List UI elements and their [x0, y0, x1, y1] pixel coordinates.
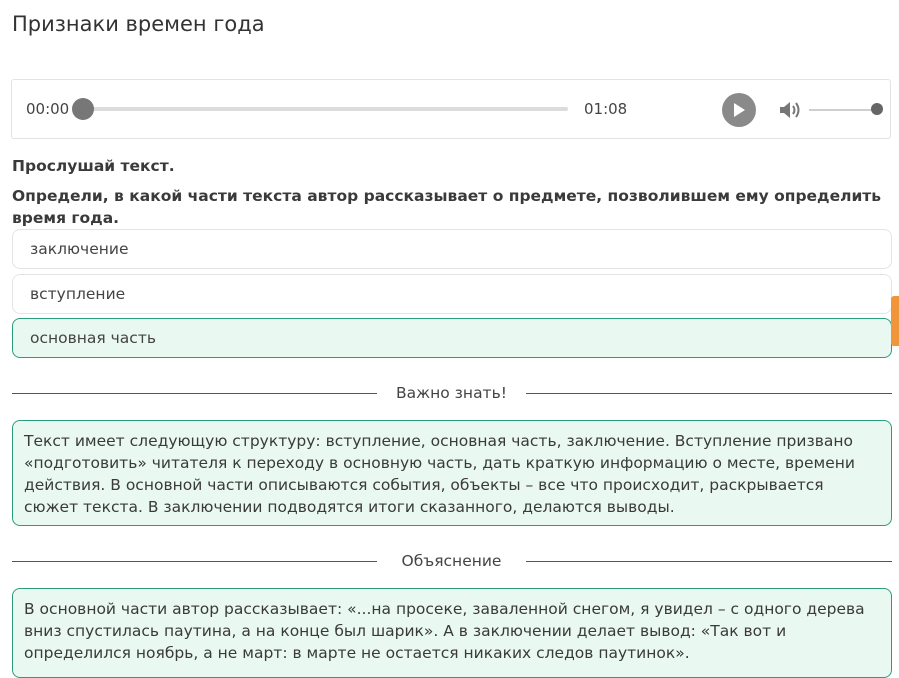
- progress-handle[interactable]: [72, 98, 94, 120]
- current-time: 00:00: [26, 100, 70, 118]
- divider-line: [12, 561, 377, 562]
- explanation-box: В основной части автор рассказывает: «..…: [12, 588, 892, 678]
- answer-option-main-part[interactable]: основная часть: [12, 318, 892, 358]
- page-title: Признаки времен года: [12, 12, 265, 36]
- duration-time: 01:08: [584, 100, 628, 118]
- volume-handle[interactable]: [871, 103, 883, 115]
- important-info-box: Текст имеет следующую структуру: вступле…: [12, 420, 892, 526]
- divider-line: [526, 393, 892, 394]
- answer-option-introduction[interactable]: вступление: [12, 274, 892, 314]
- question-text: Определи, в какой части текста автор рас…: [12, 187, 882, 227]
- important-divider: Важно знать!: [12, 383, 892, 403]
- listen-instruction: Прослушай текст.: [12, 157, 175, 175]
- answer-option-conclusion[interactable]: заключение: [12, 229, 892, 269]
- volume-track[interactable]: [809, 109, 877, 111]
- progress-track[interactable]: [82, 107, 568, 111]
- audio-player: 00:00 01:08: [11, 79, 891, 139]
- play-icon: [734, 103, 745, 117]
- explanation-divider: Объяснение: [12, 551, 892, 571]
- divider-line: [526, 561, 892, 562]
- divider-line: [12, 393, 377, 394]
- volume-icon[interactable]: [778, 99, 802, 121]
- play-button[interactable]: [722, 93, 756, 127]
- explanation-heading: Объяснение: [401, 552, 502, 570]
- side-tab[interactable]: [891, 296, 899, 346]
- important-heading: Важно знать!: [396, 384, 507, 402]
